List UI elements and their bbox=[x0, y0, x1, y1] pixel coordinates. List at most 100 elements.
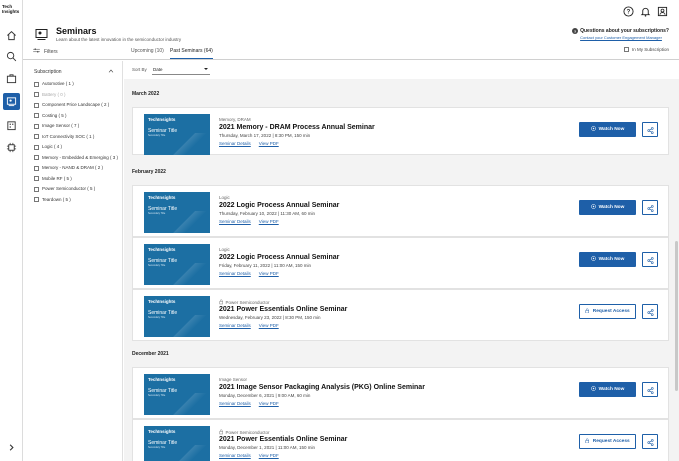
filter-option[interactable]: Costing ( 5 ) bbox=[34, 113, 120, 119]
seminar-thumbnail[interactable]: TechInsights Seminar Title Secondary Title bbox=[144, 244, 210, 285]
filters-toggle[interactable]: Filters bbox=[33, 48, 58, 55]
view-pdf-link[interactable]: View PDF bbox=[259, 141, 279, 146]
category-label: Logic bbox=[219, 247, 230, 252]
chevron-up-icon[interactable] bbox=[108, 69, 114, 75]
seminar-title[interactable]: 2021 Memory - DRAM Process Annual Semina… bbox=[219, 124, 375, 131]
share-button[interactable] bbox=[642, 434, 658, 449]
view-pdf-link[interactable]: View PDF bbox=[259, 401, 279, 406]
seminar-title[interactable]: 2021 Power Essentials Online Seminar bbox=[219, 436, 347, 443]
filter-checkbox[interactable] bbox=[34, 102, 39, 108]
month-heading: December 2021 bbox=[132, 351, 169, 357]
filter-option[interactable]: Image Sensor ( 7 ) bbox=[34, 123, 120, 129]
seminar-title[interactable]: 2021 Power Essentials Online Seminar bbox=[219, 306, 347, 313]
filter-option[interactable]: Mobile RF ( 5 ) bbox=[34, 176, 120, 182]
seminar-details-link[interactable]: Seminar Details bbox=[219, 141, 251, 146]
home-icon[interactable] bbox=[3, 27, 20, 44]
seminar-thumbnail[interactable]: TechInsights Seminar Title Secondary Title bbox=[144, 192, 210, 233]
watch-now-button[interactable]: Watch Now bbox=[579, 252, 636, 267]
filter-checkbox[interactable] bbox=[34, 81, 39, 87]
filter-option[interactable]: Teardown ( 5 ) bbox=[34, 197, 120, 203]
filter-option[interactable]: Memory - NAND & DRAM ( 2 ) bbox=[34, 165, 120, 171]
share-button[interactable] bbox=[642, 252, 658, 267]
lock-icon bbox=[219, 429, 224, 436]
filter-sliders-icon bbox=[33, 48, 40, 55]
request-access-button[interactable]: Request Access bbox=[579, 304, 636, 319]
tab-past-seminars[interactable]: Past Seminars (64) bbox=[170, 48, 213, 59]
request-access-button[interactable]: Request Access bbox=[579, 434, 636, 449]
filter-option[interactable]: Memory - Embedded & Emerging ( 3 ) bbox=[34, 155, 120, 161]
filter-label: IoT Connectivity SOC ( 1 ) bbox=[42, 133, 95, 139]
tab-upcoming[interactable]: Upcoming (10) bbox=[131, 48, 164, 58]
share-button[interactable] bbox=[642, 122, 658, 137]
lock-icon bbox=[585, 438, 590, 446]
filter-checkbox[interactable] bbox=[34, 144, 39, 150]
building-icon[interactable] bbox=[3, 117, 20, 134]
filter-option[interactable]: Component Price Landscape ( 2 ) bbox=[34, 102, 120, 108]
filter-checkbox[interactable] bbox=[34, 113, 39, 118]
question-icon: ? bbox=[572, 28, 579, 34]
seminar-thumbnail[interactable]: TechInsights Seminar Title Secondary Title bbox=[144, 426, 210, 461]
filter-checkbox[interactable] bbox=[34, 155, 39, 160]
expand-chevron-icon[interactable] bbox=[3, 439, 20, 456]
help-icon[interactable]: ? bbox=[622, 5, 634, 17]
questions-title: Questions about your subscriptions? bbox=[580, 28, 669, 34]
filter-label: Battery ( 0 ) bbox=[42, 91, 66, 97]
watch-now-label: Watch Now bbox=[598, 127, 625, 132]
seminar-details-link[interactable]: Seminar Details bbox=[219, 323, 251, 328]
contact-cem-link[interactable]: Contact your Customer Engagement Manager bbox=[580, 35, 669, 40]
techinsights-logo[interactable]: Tech Insights bbox=[2, 4, 21, 14]
share-button[interactable] bbox=[642, 304, 658, 319]
filter-checkbox[interactable] bbox=[34, 176, 39, 181]
view-pdf-link[interactable]: View PDF bbox=[259, 453, 279, 458]
filter-checkbox[interactable] bbox=[34, 197, 39, 202]
filter-checkbox[interactable] bbox=[34, 123, 39, 129]
thumbnail-subtitle: Secondary Title bbox=[148, 316, 166, 319]
seminar-title[interactable]: 2022 Logic Process Annual Seminar bbox=[219, 202, 339, 209]
chip-icon[interactable] bbox=[3, 139, 20, 156]
view-pdf-link[interactable]: View PDF bbox=[259, 271, 279, 276]
scrollbar[interactable] bbox=[675, 241, 678, 391]
filter-option[interactable]: Automotive ( 1 ) bbox=[34, 81, 120, 87]
filter-option[interactable]: Battery ( 0 ) bbox=[34, 92, 120, 98]
filter-option[interactable]: IoT Connectivity SOC ( 1 ) bbox=[34, 134, 120, 140]
play-icon bbox=[590, 256, 596, 263]
seminar-thumbnail[interactable]: TechInsights Seminar Title Secondary Title bbox=[144, 114, 210, 155]
in-my-subscription-checkbox[interactable] bbox=[623, 47, 629, 52]
seminars-icon[interactable] bbox=[3, 93, 20, 110]
filter-checkbox[interactable] bbox=[34, 92, 39, 97]
sort-select[interactable]: Date bbox=[152, 64, 210, 75]
seminar-thumbnail[interactable]: TechInsights Seminar Title Secondary Title bbox=[144, 374, 210, 415]
seminar-thumbnail[interactable]: TechInsights Seminar Title Secondary Title bbox=[144, 296, 210, 337]
share-icon bbox=[646, 303, 654, 321]
bell-icon[interactable] bbox=[639, 5, 651, 17]
seminar-details-link[interactable]: Seminar Details bbox=[219, 219, 251, 224]
share-button[interactable] bbox=[642, 382, 658, 397]
view-pdf-link[interactable]: View PDF bbox=[259, 323, 279, 328]
filter-option[interactable]: Logic ( 4 ) bbox=[34, 144, 120, 150]
thumbnail-logo: TechInsights bbox=[148, 195, 176, 200]
watch-now-button[interactable]: Watch Now bbox=[579, 382, 636, 397]
seminar-details-link[interactable]: Seminar Details bbox=[219, 453, 251, 458]
seminar-details-link[interactable]: Seminar Details bbox=[219, 271, 251, 276]
filter-checkbox[interactable] bbox=[34, 134, 39, 139]
in-my-subscription-toggle[interactable]: In My Subscription bbox=[623, 47, 669, 52]
search-icon[interactable] bbox=[3, 48, 20, 65]
thumbnail-pattern bbox=[170, 133, 210, 155]
watch-now-button[interactable]: Watch Now bbox=[579, 200, 636, 215]
user-account-icon[interactable] bbox=[656, 5, 668, 17]
share-button[interactable] bbox=[642, 200, 658, 215]
sort-bar: Sort By Date bbox=[124, 61, 679, 79]
seminar-links: Seminar Details View PDF bbox=[219, 453, 279, 458]
watch-now-button[interactable]: Watch Now bbox=[579, 122, 636, 137]
filter-checkbox[interactable] bbox=[34, 165, 39, 171]
seminar-title[interactable]: 2021 Image Sensor Packaging Analysis (PK… bbox=[219, 384, 425, 391]
filter-checkbox[interactable] bbox=[34, 186, 39, 192]
view-pdf-link[interactable]: View PDF bbox=[259, 219, 279, 224]
filters-panel: Subscription Automotive ( 1 ) Battery ( 0… bbox=[23, 61, 123, 461]
filter-option[interactable]: Power Semiconductor ( 5 ) bbox=[34, 186, 120, 192]
briefcase-icon[interactable] bbox=[3, 70, 20, 87]
subscription-filter-header[interactable]: Subscription bbox=[34, 69, 114, 75]
thumbnail-subtitle: Secondary Title bbox=[148, 134, 166, 137]
seminar-title[interactable]: 2022 Logic Process Annual Seminar bbox=[219, 254, 339, 261]
seminar-details-link[interactable]: Seminar Details bbox=[219, 401, 251, 406]
